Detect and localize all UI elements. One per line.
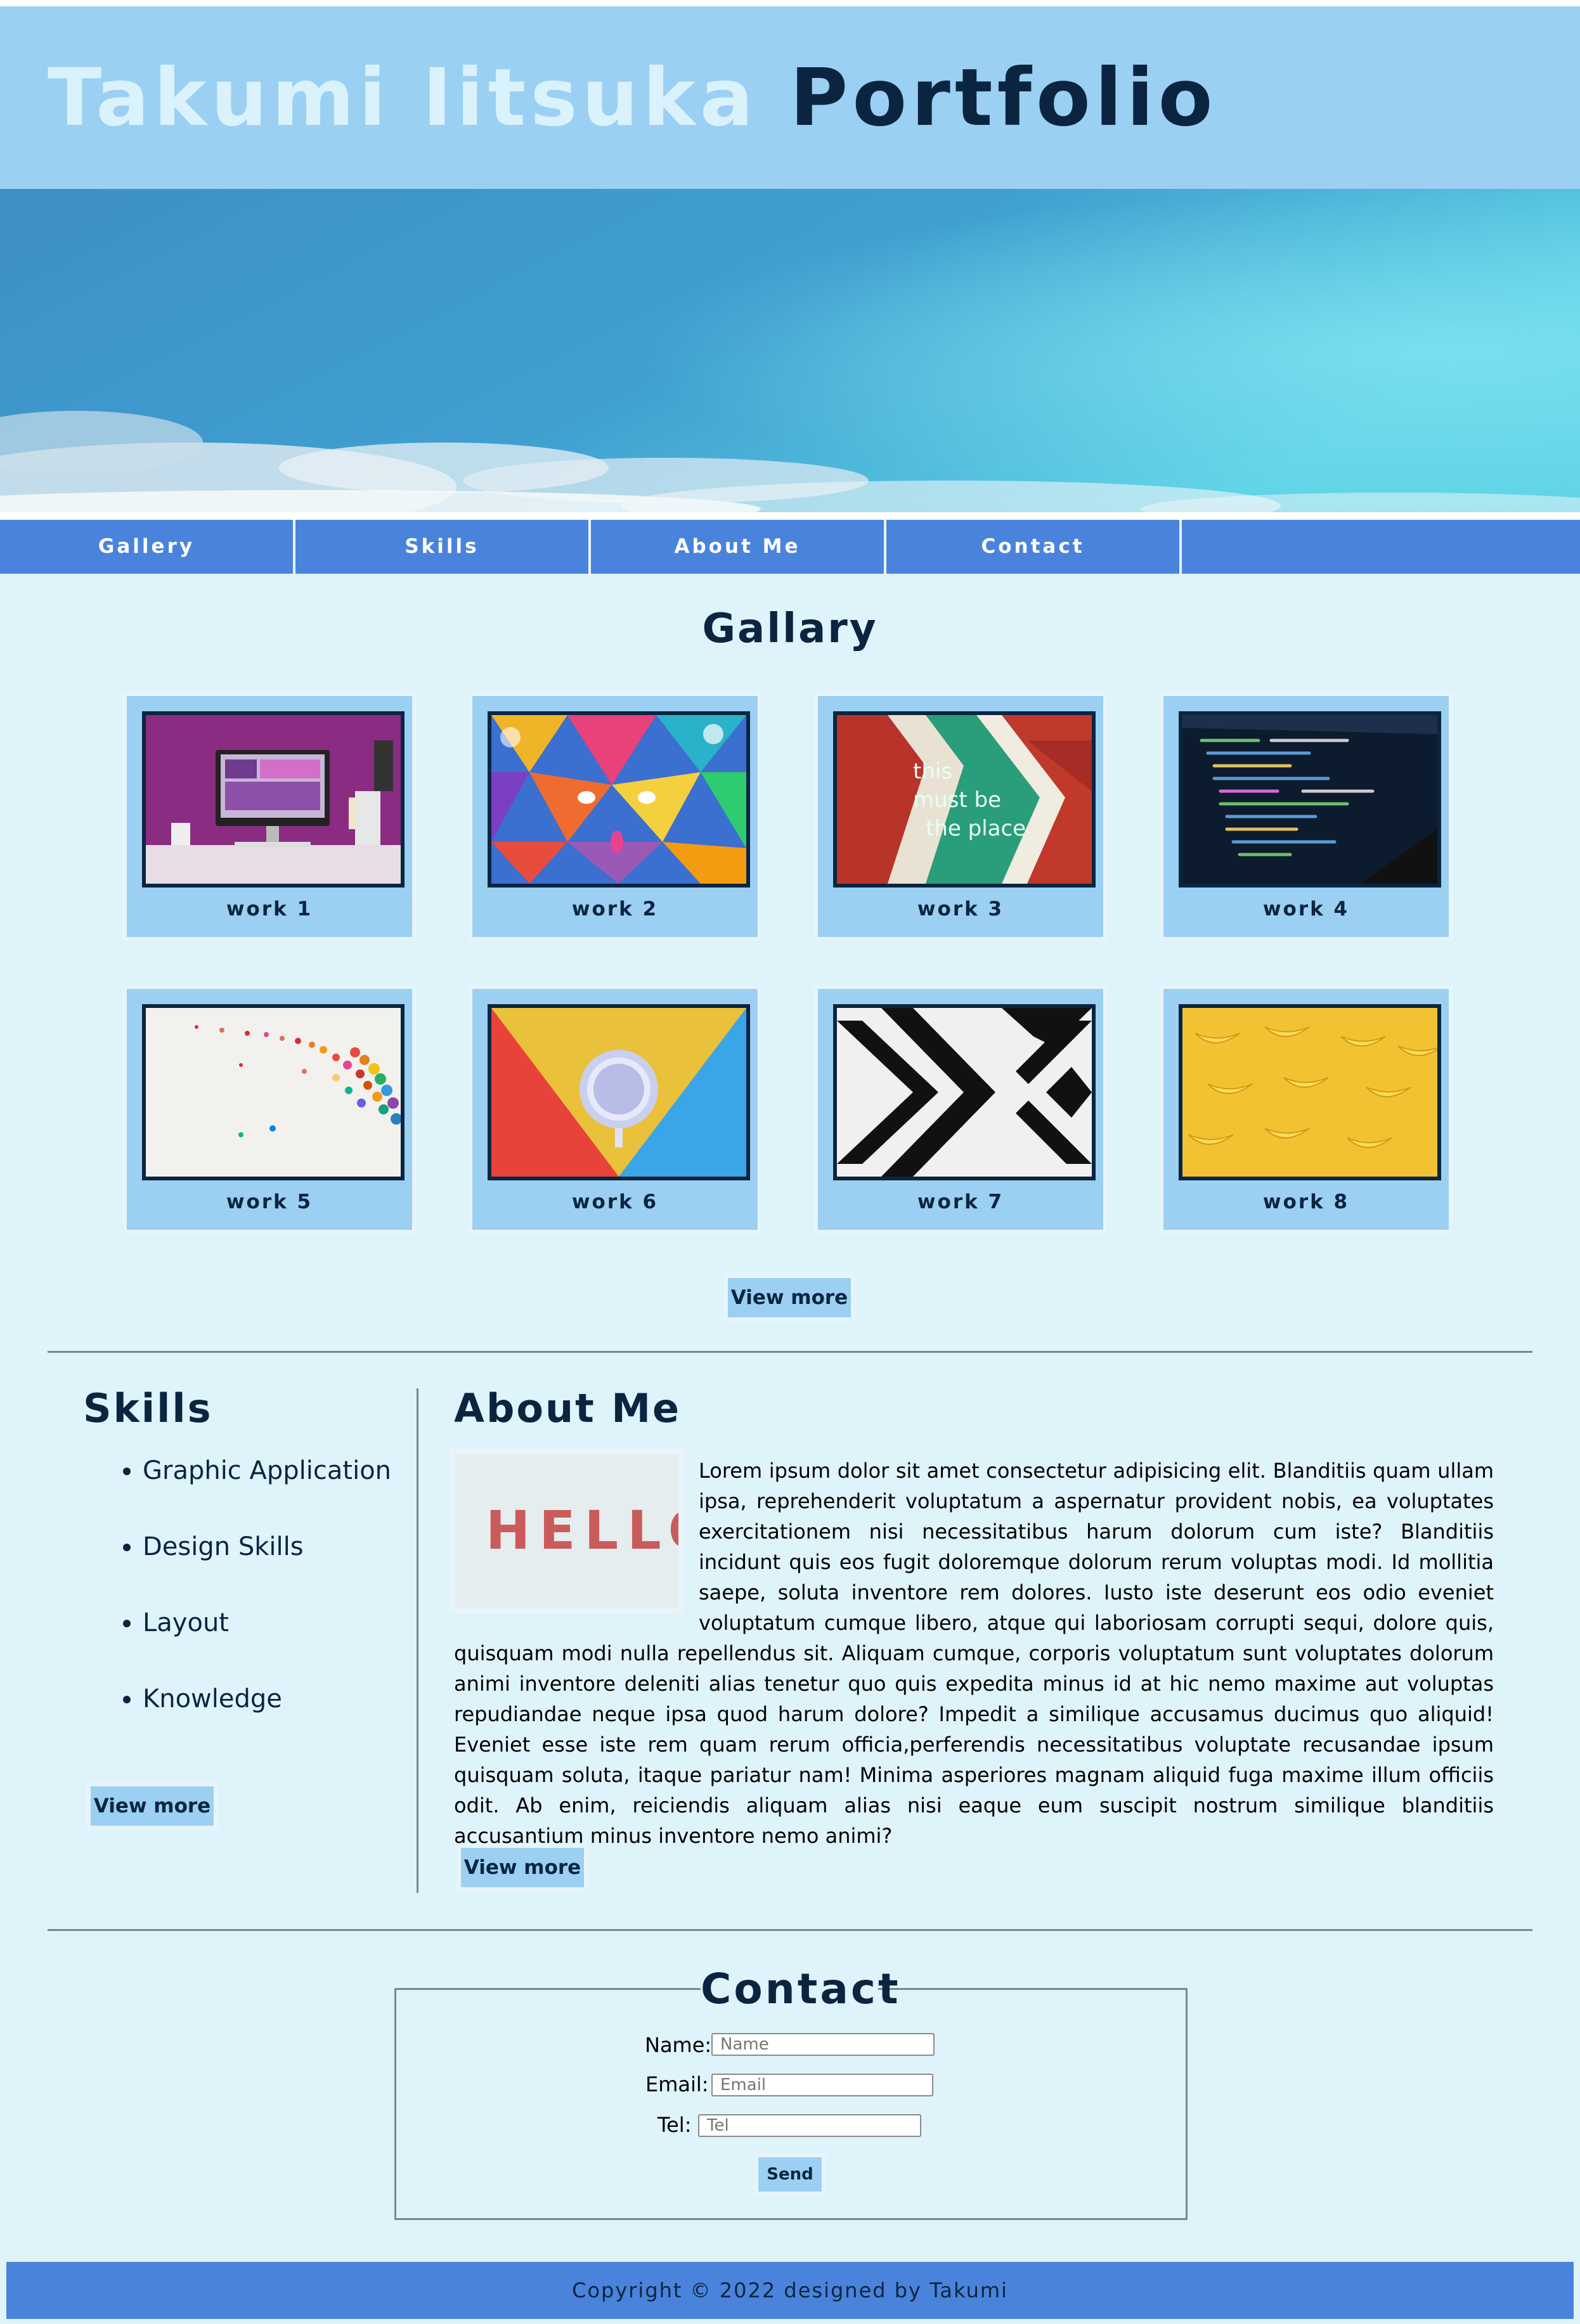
gallery-card[interactable]: work 7 (818, 989, 1103, 1230)
image-spacer (454, 1456, 699, 1614)
work-thumbnail[interactable] (833, 1004, 1096, 1180)
skill-item: Graphic Application (143, 1452, 434, 1528)
site-title-name: Takumi Iitsuka (48, 52, 758, 144)
hero-sky-image (0, 189, 1580, 512)
gallery-card[interactable]: work 2 (472, 696, 758, 937)
site-footer: Copyright © 2022 designed by Takumi (6, 2262, 1574, 2319)
gallery-card[interactable]: work 4 (1163, 696, 1449, 937)
work-thumbnail[interactable] (488, 711, 750, 888)
work-label: work 3 (917, 898, 1004, 920)
work-label: work 5 (226, 1191, 313, 1213)
name-label: Name: (645, 2033, 712, 2057)
skills-title: Skills (83, 1385, 213, 1431)
section-divider (48, 1351, 1532, 1353)
tel-input[interactable] (698, 2114, 921, 2137)
svg-text:must be: must be (913, 787, 1001, 813)
work-label: work 8 (1262, 1191, 1350, 1213)
skill-item: Design Skills (143, 1528, 434, 1604)
gallery-card[interactable]: work 6 (472, 989, 758, 1230)
about-paragraph: Lorem ipsum dolor sit amet consectetur a… (454, 1456, 1494, 1851)
gallery-card[interactable]: this must be the place work 3 (818, 696, 1103, 937)
tel-label: Tel: (657, 2113, 692, 2137)
gallery-title: Gallary (702, 605, 878, 652)
work-thumbnail[interactable] (1179, 711, 1441, 888)
send-button[interactable]: Send (758, 2157, 822, 2192)
neon-sign-text: this (913, 759, 952, 784)
gallery-view-more-button[interactable]: View more (728, 1278, 851, 1317)
email-input[interactable] (711, 2074, 933, 2096)
skills-view-more-button[interactable]: View more (91, 1786, 214, 1826)
email-label: Email: (645, 2072, 709, 2096)
about-title: About Me (454, 1385, 682, 1431)
skill-item: Knowledge (143, 1680, 434, 1756)
top-border (0, 0, 1580, 6)
name-input[interactable] (711, 2033, 935, 2056)
gallery-card[interactable]: work 1 (127, 696, 412, 937)
nav-skills[interactable]: Skills (295, 520, 588, 574)
work-thumbnail[interactable] (488, 1004, 750, 1180)
work-label: work 4 (1262, 898, 1350, 920)
main-nav: Gallery Skills About Me Contact (0, 520, 1580, 574)
nav-gallery[interactable]: Gallery (0, 520, 293, 574)
work-label: work 7 (917, 1191, 1004, 1213)
copyright-text: Copyright © 2022 designed by Takumi (572, 2278, 1008, 2302)
gallery-card[interactable]: work 5 (127, 989, 412, 1230)
hero-divider (0, 512, 1580, 520)
nav-about-me[interactable]: About Me (591, 520, 884, 574)
column-divider (417, 1388, 418, 1893)
skill-item: Layout (143, 1604, 434, 1680)
svg-text:the place: the place (926, 816, 1026, 841)
gallery-card[interactable]: work 8 (1163, 989, 1449, 1230)
site-header: Takumi Iitsuka Portfolio (0, 6, 1580, 189)
work-label: work 2 (571, 898, 659, 920)
nav-contact[interactable]: Contact (886, 520, 1179, 574)
work-thumbnail[interactable]: this must be the place (833, 711, 1096, 888)
contact-title: Contact (701, 1965, 901, 2014)
section-divider (48, 1929, 1532, 1931)
site-title: Takumi Iitsuka Portfolio (48, 55, 1217, 142)
work-label: work 1 (226, 898, 313, 920)
work-thumbnail[interactable] (1179, 1004, 1441, 1180)
nav-separator (1179, 520, 1182, 574)
site-title-portfolio: Portfolio (789, 52, 1217, 144)
about-view-more-button[interactable]: View more (461, 1848, 584, 1887)
skills-list: Graphic Application Design Skills Layout… (101, 1452, 434, 1756)
work-label: work 6 (571, 1191, 659, 1213)
work-thumbnail[interactable] (142, 1004, 405, 1180)
work-thumbnail[interactable] (142, 711, 405, 888)
